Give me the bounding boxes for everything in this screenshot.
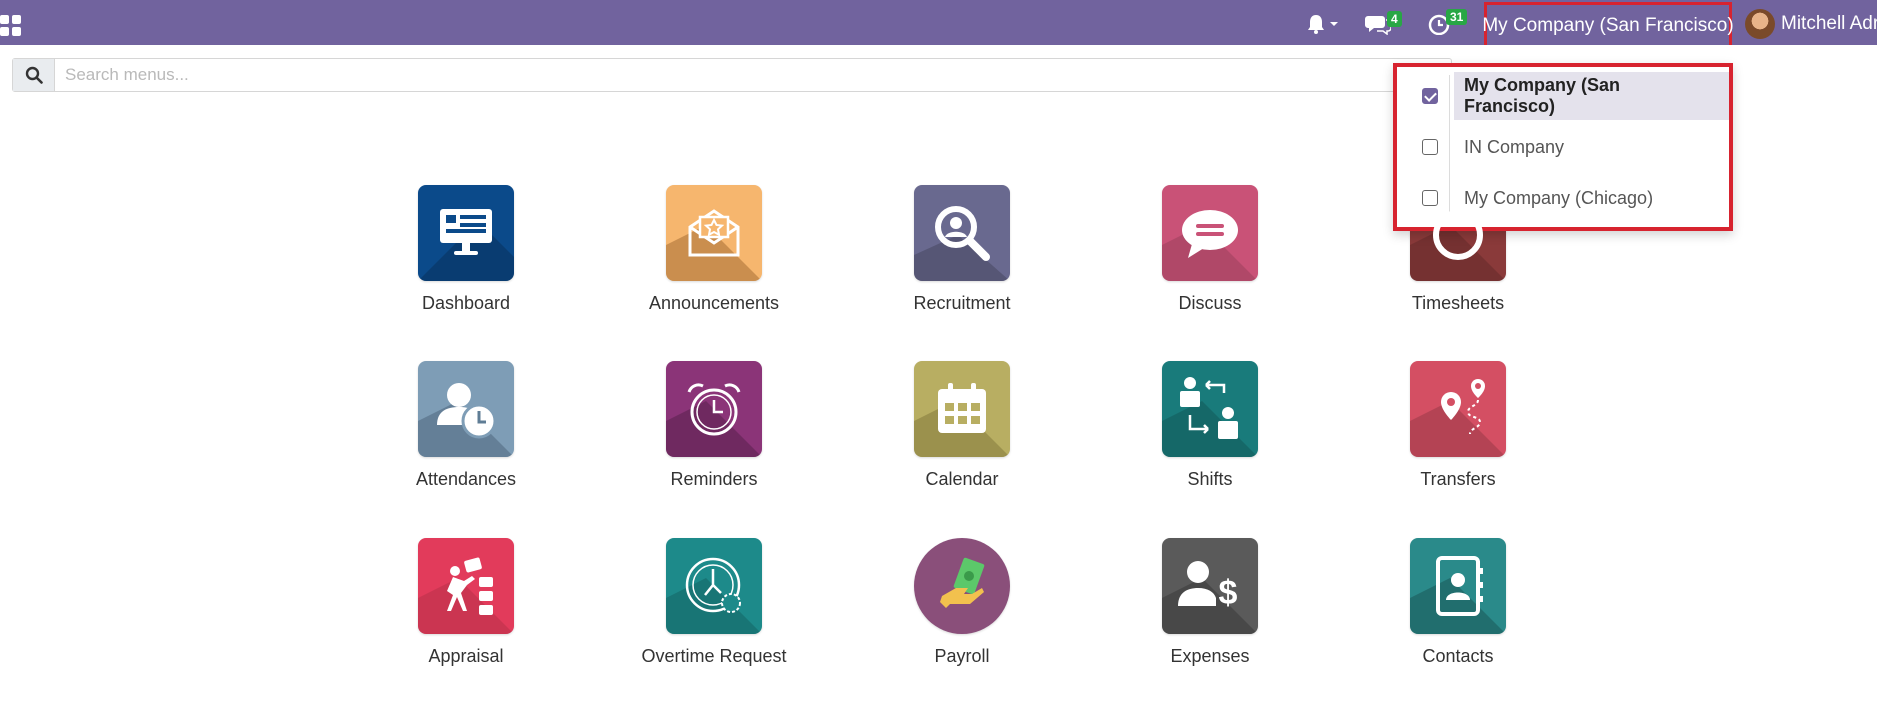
app-transfers[interactable]: Transfers bbox=[1358, 361, 1558, 490]
bell-icon[interactable] bbox=[1306, 13, 1340, 40]
chat-bubble-icon bbox=[1162, 185, 1258, 281]
calendar-icon bbox=[914, 361, 1010, 457]
app-shifts[interactable]: Shifts bbox=[1110, 361, 1310, 490]
monitor-icon bbox=[418, 185, 514, 281]
user-name: Mitchell Adr bbox=[1781, 13, 1877, 34]
checkbox-icon[interactable] bbox=[1422, 139, 1438, 155]
rating-person-icon bbox=[418, 538, 514, 634]
watch-icon bbox=[666, 538, 762, 634]
activity-badge: 4 bbox=[1387, 11, 1402, 27]
user-menu[interactable]: Mitchell Adr bbox=[1745, 8, 1877, 40]
app-label: Timesheets bbox=[1411, 293, 1505, 313]
address-book-icon bbox=[1410, 538, 1506, 634]
app-announcements[interactable]: Announcements bbox=[614, 185, 814, 314]
app-label: Dashboard bbox=[421, 293, 511, 313]
app-label: Recruitment bbox=[913, 293, 1011, 313]
chat-icon[interactable]: 4 bbox=[1365, 11, 1402, 40]
app-label: Discuss bbox=[1178, 293, 1242, 313]
magnifier-icon bbox=[914, 185, 1010, 281]
money-hand-icon bbox=[914, 538, 1010, 634]
envelope-star-icon bbox=[666, 185, 762, 281]
app-calendar[interactable]: Calendar bbox=[862, 361, 1062, 490]
company-switcher-button[interactable]: My Company (San Francisco) bbox=[1482, 2, 1734, 50]
swap-people-icon bbox=[1162, 361, 1258, 457]
app-label: Appraisal bbox=[428, 646, 504, 666]
app-overtime-request[interactable]: Overtime Request bbox=[614, 538, 814, 667]
app-label: Announcements bbox=[648, 293, 780, 313]
app-payroll[interactable]: Payroll bbox=[862, 538, 1062, 667]
clock-badge: 31 bbox=[1446, 9, 1468, 25]
content-panel bbox=[0, 45, 1877, 55]
search-icon[interactable] bbox=[13, 59, 55, 91]
app-label: Contacts bbox=[1422, 646, 1494, 666]
app-label: Reminders bbox=[670, 469, 758, 489]
person-dollar-icon: $ bbox=[1162, 538, 1258, 634]
app-label: Expenses bbox=[1170, 646, 1250, 666]
company-option[interactable]: My Company (San Francisco) bbox=[1397, 72, 1729, 120]
company-option-label[interactable]: IN Company bbox=[1454, 123, 1582, 171]
app-expenses[interactable]: $ Expenses bbox=[1110, 538, 1310, 667]
company-option[interactable]: IN Company bbox=[1397, 123, 1729, 171]
top-navbar: 4 31 My Company (San Francisco) Mitchell… bbox=[0, 0, 1877, 50]
app-discuss[interactable]: Discuss bbox=[1110, 185, 1310, 314]
app-label: Transfers bbox=[1420, 469, 1496, 489]
app-label: Payroll bbox=[934, 646, 990, 666]
search-bar bbox=[12, 58, 1452, 92]
search-input[interactable] bbox=[55, 60, 1435, 90]
app-label: Attendances bbox=[415, 469, 517, 489]
app-attendances[interactable]: Attendances bbox=[366, 361, 566, 490]
map-pin-icon bbox=[1410, 361, 1506, 457]
app-reminders[interactable]: Reminders bbox=[614, 361, 814, 490]
svg-text:$: $ bbox=[1219, 574, 1238, 612]
clock-icon[interactable]: 31 bbox=[1428, 9, 1468, 40]
app-recruitment[interactable]: Recruitment bbox=[862, 185, 1062, 314]
checkbox-checked-icon[interactable] bbox=[1422, 88, 1438, 104]
app-appraisal[interactable]: Appraisal bbox=[366, 538, 566, 667]
app-dashboard[interactable]: Dashboard bbox=[366, 185, 566, 314]
app-contacts[interactable]: Contacts bbox=[1358, 538, 1558, 667]
grid-icon[interactable] bbox=[0, 15, 22, 37]
company-option-label[interactable]: My Company (San Francisco) bbox=[1454, 72, 1729, 120]
app-label: Shifts bbox=[1187, 469, 1233, 489]
alarm-clock-icon bbox=[666, 361, 762, 457]
app-label: Calendar bbox=[925, 469, 999, 489]
avatar bbox=[1745, 9, 1775, 39]
person-clock-icon bbox=[418, 361, 514, 457]
app-label: Overtime Request bbox=[641, 646, 787, 666]
